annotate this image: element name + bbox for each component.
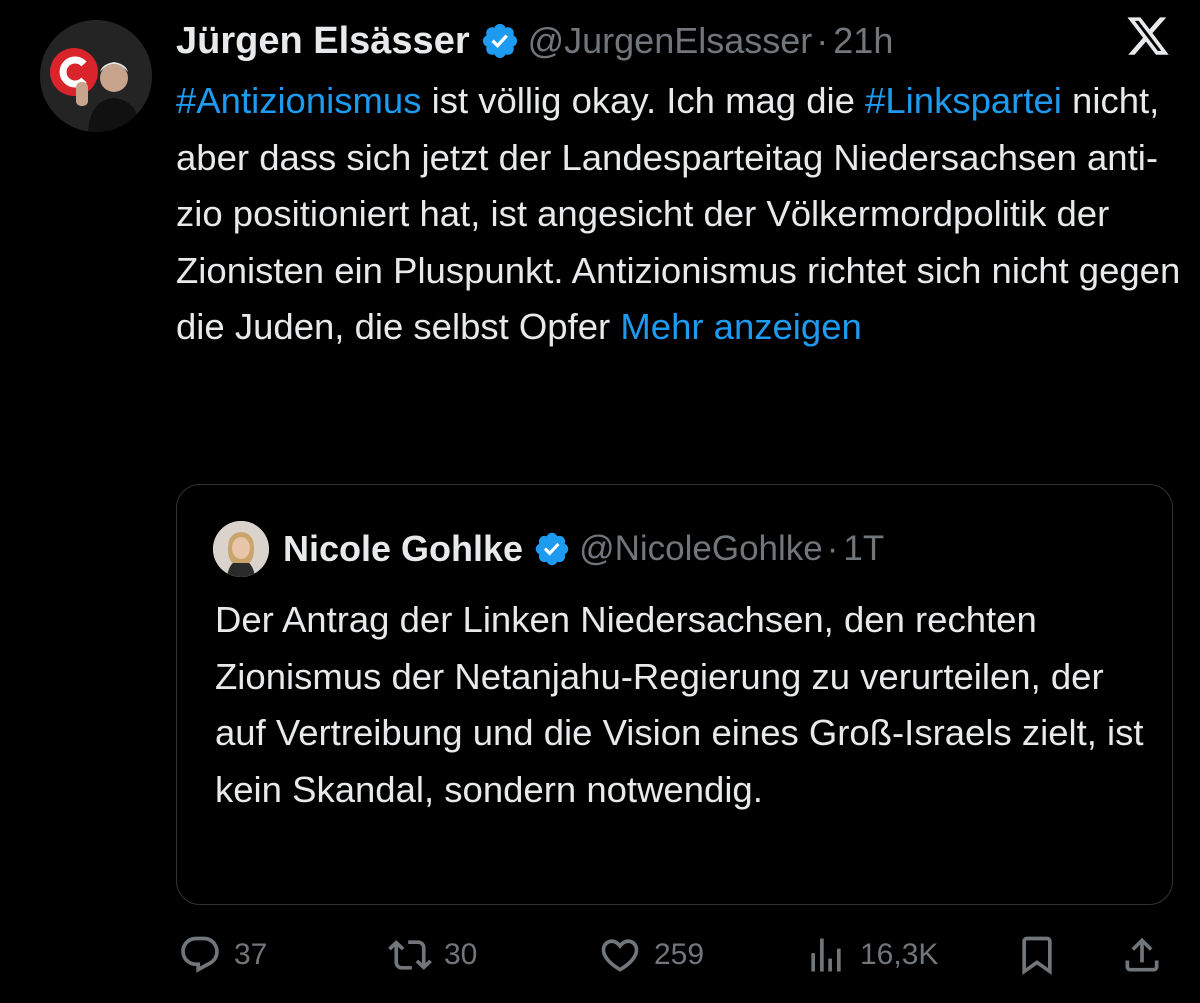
author-name[interactable]: Jürgen Elsässer	[176, 20, 470, 63]
quoted-author-name[interactable]: Nicole Gohlke	[283, 528, 523, 570]
quoted-tweet-text: Der Antrag der Linken Niedersachsen, den…	[215, 599, 1154, 810]
views-count: 16,3K	[860, 938, 939, 971]
bookmark-button[interactable]	[1015, 927, 1059, 983]
quoted-tweet-time[interactable]: 1T	[843, 529, 884, 569]
quoted-author-avatar-image	[213, 521, 269, 577]
bookmark-icon	[1022, 936, 1052, 976]
share-button[interactable]	[1120, 927, 1164, 983]
hashtag-linkspartei[interactable]: #Linkspartei	[865, 80, 1062, 121]
repost-count: 30	[444, 938, 478, 971]
repost-button[interactable]: 30	[388, 927, 477, 983]
tweet-text-part-1: ist völlig okay. Ich mag die	[421, 80, 866, 121]
quoted-author-handle[interactable]: @NicoleGohlke	[579, 529, 823, 569]
hashtag-antizionismus[interactable]: #Antizionismus	[176, 80, 421, 121]
verified-badge-icon	[482, 23, 517, 59]
like-count: 259	[654, 938, 705, 971]
quoted-author-avatar[interactable]	[213, 521, 269, 577]
share-icon	[1125, 937, 1159, 972]
action-bar: 37 30 259 16,3K	[0, 927, 1200, 983]
repost-icon	[388, 940, 432, 970]
author-handle[interactable]: @JurgenElsasser	[528, 20, 813, 62]
meta-separator: ·	[826, 529, 839, 568]
tweet-time[interactable]: 21h	[833, 20, 893, 62]
x-logo-icon[interactable]	[1125, 13, 1171, 59]
author-avatar-image	[40, 20, 152, 132]
like-button[interactable]: 259	[598, 927, 704, 983]
author-avatar[interactable]	[40, 20, 152, 132]
tweet-header: Jürgen Elsässer @JurgenElsasser · 21h	[176, 14, 893, 68]
verified-badge-icon	[535, 532, 569, 566]
tweet-text: #Antizionismus ist völlig okay. Ich mag …	[176, 73, 1186, 356]
meta-separator: ·	[816, 20, 829, 61]
views-icon	[811, 938, 841, 972]
show-more-link[interactable]: Mehr anzeigen	[620, 306, 861, 347]
reply-button[interactable]: 37	[178, 927, 267, 983]
quoted-tweet-header: Nicole Gohlke @NicoleGohlke · 1T	[283, 523, 884, 575]
heart-icon	[601, 939, 639, 972]
reply-icon	[181, 936, 219, 973]
reply-count: 37	[234, 938, 268, 971]
quoted-tweet[interactable]: Nicole Gohlke @NicoleGohlke · 1T Der Ant…	[176, 484, 1173, 905]
views-button[interactable]: 16,3K	[804, 927, 938, 983]
